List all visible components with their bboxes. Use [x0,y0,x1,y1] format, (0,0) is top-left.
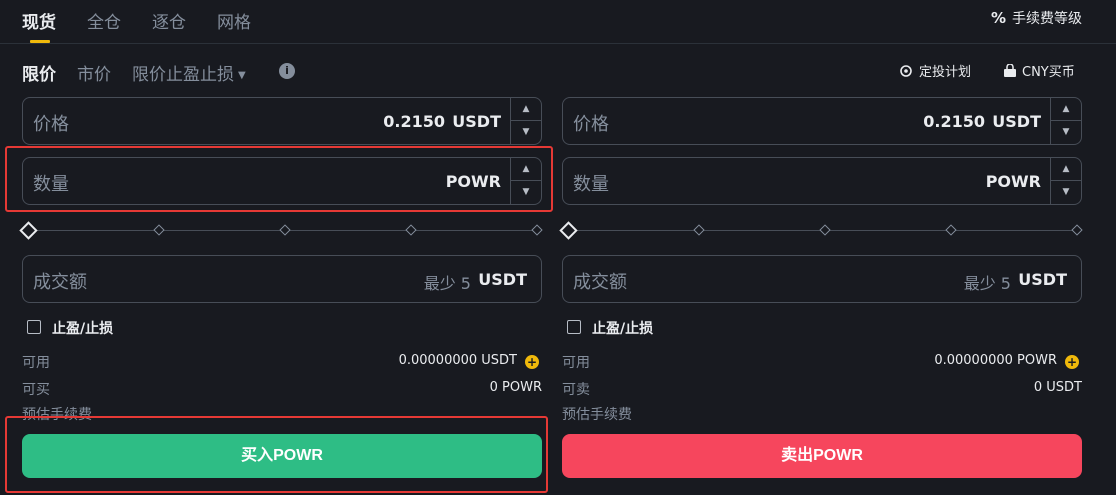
sell-total-label: 成交额 [573,272,627,293]
increment-icon[interactable]: ▲ [1051,158,1081,181]
buy-slider-handle[interactable] [19,221,38,240]
buy-total-label: 成交额 [33,272,87,293]
sell-available-value: 0.00000000 POWR [934,353,1057,368]
active-tab-indicator [30,40,50,43]
buy-amount-unit: POWR [445,172,501,191]
buy-slider-mark-75[interactable] [405,224,417,236]
buy-total-min-hint: 最少 5 [423,274,471,293]
auto-invest-label: 定投计划 [919,65,972,80]
buy-slider-mark-100[interactable] [531,224,543,236]
sell-button[interactable]: 卖出POWR [562,434,1082,478]
market-type-tabs: 现货 全仓 逐仓 网格 [0,0,1116,44]
plus-icon[interactable]: + [1065,355,1079,369]
sell-available-label: 可用 [562,355,590,371]
sell-tpsl-label: 止盈/止损 [592,321,654,337]
buy-available-value: 0.00000000 USDT [398,353,517,368]
sell-slider-mark-75[interactable] [945,224,957,236]
buy-max-label: 可买 [22,382,50,398]
sell-amount-label: 数量 [573,174,609,195]
auto-invest-link[interactable]: 定投计划 [898,61,971,80]
plus-icon[interactable]: + [525,355,539,369]
sell-price-field[interactable]: 价格 0.2150 USDT ▲ ▼ [562,97,1082,145]
decrement-icon[interactable]: ▼ [1051,121,1081,144]
cny-buy-label: CNY买币 [1022,65,1075,80]
decrement-icon[interactable]: ▼ [511,121,541,144]
info-icon[interactable]: i [279,63,295,79]
sell-total-field[interactable]: 成交额 最少 5 USDT [562,255,1082,303]
buy-slider-mark-25[interactable] [153,224,165,236]
buy-tpsl-label: 止盈/止损 [52,321,114,337]
increment-icon[interactable]: ▲ [511,158,541,181]
increment-icon[interactable]: ▲ [511,98,541,121]
sell-price-value: 0.2150 [923,112,985,131]
decrement-icon[interactable]: ▼ [511,181,541,204]
sell-max-label: 可卖 [562,382,590,398]
buy-max-value: 0 POWR [489,380,542,395]
buy-total-field[interactable]: 成交额 最少 5 USDT [22,255,542,303]
sell-slider-mark-50[interactable] [819,224,831,236]
order-type-limit[interactable]: 限价 [22,60,56,85]
buy-price-label: 价格 [33,114,69,135]
caret-down-icon: ▼ [238,70,246,81]
sell-slider-mark-100[interactable] [1071,224,1083,236]
tab-spot[interactable]: 现货 [22,8,56,33]
buy-slider-mark-50[interactable] [279,224,291,236]
buy-price-value: 0.2150 [383,112,445,131]
sell-slider-handle[interactable] [559,221,578,240]
sell-amount-stepper: ▲ ▼ [1050,158,1081,204]
sell-fee-label[interactable]: 预估手续费 [562,404,632,424]
order-type-stop-limit[interactable]: 限价止盈止损 ▼ [132,60,246,85]
sell-price-stepper: ▲ ▼ [1050,98,1081,144]
buy-button[interactable]: 买入POWR [22,434,542,478]
buy-fee-label[interactable]: 预估手续费 [22,404,92,424]
buy-amount-field[interactable]: 数量 POWR ▲ ▼ [22,157,542,205]
tab-cross-margin[interactable]: 全仓 [87,8,121,33]
order-type-stop-limit-label: 限价止盈止损 [132,65,234,85]
buy-price-unit: USDT [452,112,501,131]
card-icon [1004,63,1016,77]
buy-price-field[interactable]: 价格 0.2150 USDT ▲ ▼ [22,97,542,145]
percent-icon: % [990,9,1006,27]
buy-amount-label: 数量 [33,174,69,195]
buy-amount-stepper: ▲ ▼ [510,158,541,204]
fee-level-link[interactable]: % 手续费等级 [991,8,1082,28]
sell-price-unit: USDT [992,112,1041,131]
buy-available-label: 可用 [22,355,50,371]
fee-level-label: 手续费等级 [1012,11,1082,27]
sell-amount-unit: POWR [985,172,1041,191]
buy-total-unit: USDT [478,270,527,289]
sell-total-min-hint: 最少 5 [963,274,1011,293]
buy-tpsl-checkbox[interactable] [27,320,41,334]
sell-max-value: 0 USDT [1033,380,1082,395]
buy-price-stepper: ▲ ▼ [510,98,541,144]
order-type-market[interactable]: 市价 [77,60,111,85]
decrement-icon[interactable]: ▼ [1051,181,1081,204]
sell-tpsl-checkbox[interactable] [567,320,581,334]
tab-isolated-margin[interactable]: 逐仓 [152,8,186,33]
increment-icon[interactable]: ▲ [1051,98,1081,121]
auto-invest-icon [900,64,912,77]
cny-buy-link[interactable]: CNY买币 [1003,61,1075,80]
sell-amount-field[interactable]: 数量 POWR ▲ ▼ [562,157,1082,205]
sell-slider-mark-25[interactable] [693,224,705,236]
tab-grid[interactable]: 网格 [217,8,251,33]
sell-price-label: 价格 [573,114,609,135]
sell-total-unit: USDT [1018,270,1067,289]
